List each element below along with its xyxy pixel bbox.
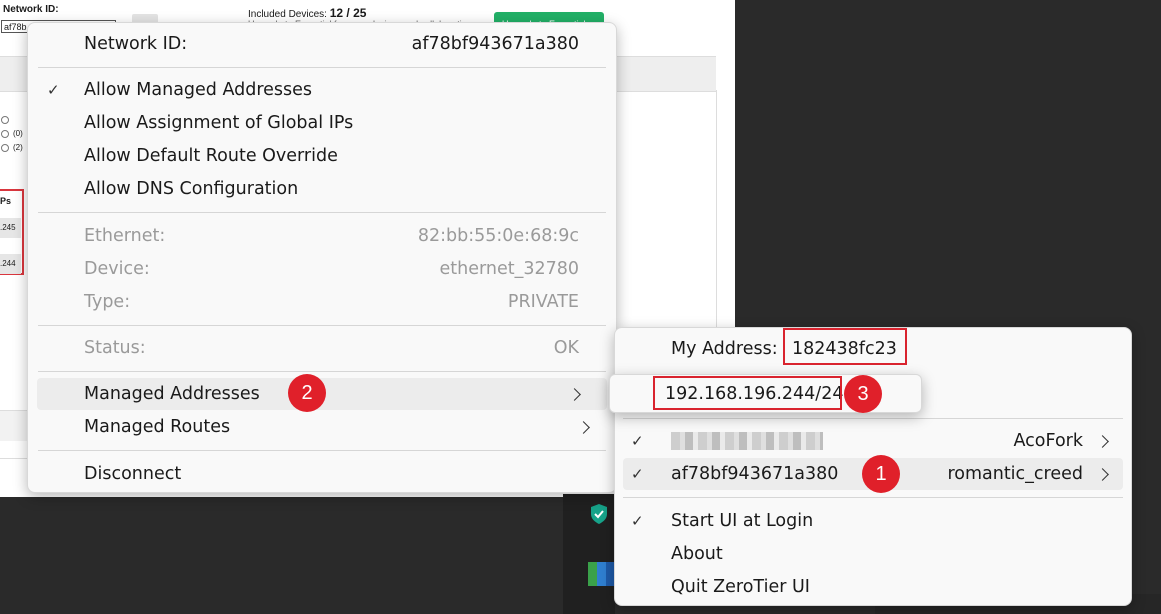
menu-item-label: Allow Default Route Override: [84, 146, 338, 166]
disconnect-item[interactable]: Disconnect: [28, 458, 616, 490]
menu-separator: [623, 497, 1123, 498]
chevron-right-icon: [577, 421, 590, 434]
ips-header: Ps: [0, 196, 12, 206]
device-value: ethernet_32780: [439, 259, 579, 279]
radio-label: (0): [13, 129, 23, 138]
app-tiles-icon[interactable]: [588, 562, 614, 586]
my-address-highlight: [783, 328, 907, 365]
annotation-badge-2: 2: [288, 374, 326, 412]
menu-item-label: Allow DNS Configuration: [84, 179, 299, 199]
type-value: PRIVATE: [507, 292, 579, 312]
ip-row: .244: [0, 254, 21, 274]
check-icon: ✓: [631, 512, 644, 530]
device-row: Device: ethernet_32780: [28, 253, 616, 285]
network-item-acofork[interactable]: ✓ AcoFork: [615, 425, 1131, 457]
menu-item-label: Disconnect: [84, 464, 182, 484]
network-id: af78bf943671a380: [671, 464, 839, 484]
menu-item-label: Start UI at Login: [671, 511, 814, 531]
quit-item[interactable]: Quit ZeroTier UI: [615, 571, 1131, 603]
network-id-value: af78bf943671a380: [411, 34, 579, 54]
menu-separator: [38, 67, 606, 68]
check-icon: ✓: [47, 81, 60, 99]
network-name: romantic_creed: [947, 464, 1083, 484]
menu-item-label: Allow Assignment of Global IPs: [84, 113, 354, 133]
ethernet-row: Ethernet: 82:bb:55:0e:68:9c: [28, 220, 616, 252]
status-value: OK: [553, 338, 579, 358]
network-id-row: Network ID: af78bf943671a380: [28, 28, 616, 60]
type-label: Type:: [84, 292, 131, 312]
included-devices-value: 12 / 25: [329, 6, 367, 20]
network-id-label: Network ID:: [3, 4, 59, 15]
radio-option-selected[interactable]: [1, 116, 9, 124]
network-submenu: Network ID: af78bf943671a380 ✓ Allow Man…: [27, 22, 617, 493]
ethernet-label: Ethernet:: [84, 226, 166, 246]
menu-separator: [623, 418, 1123, 419]
radio-option[interactable]: [1, 144, 9, 152]
zerotier-shield-icon[interactable]: [590, 503, 608, 525]
menu-item-label: About: [671, 544, 723, 564]
chevron-right-icon: [1096, 435, 1109, 448]
radio-label: (2): [13, 143, 23, 152]
menu-item-label: Quit ZeroTier UI: [671, 577, 810, 597]
start-ui-at-login-item[interactable]: ✓ Start UI at Login: [615, 505, 1131, 537]
allow-default-route-item[interactable]: Allow Default Route Override: [28, 140, 616, 172]
menu-item-label: Managed Addresses: [84, 384, 260, 404]
menu-separator: [38, 450, 606, 451]
menu-separator: [38, 212, 606, 213]
managed-routes-item[interactable]: Managed Routes: [28, 411, 616, 443]
about-item[interactable]: About: [615, 538, 1131, 570]
annotation-badge-3: 3: [844, 375, 882, 413]
radio-option[interactable]: [1, 130, 9, 138]
status-row: Status: OK: [28, 332, 616, 364]
chevron-right-icon: [1096, 468, 1109, 481]
allow-dns-configuration-item[interactable]: Allow DNS Configuration: [28, 173, 616, 205]
allow-global-ips-item[interactable]: Allow Assignment of Global IPs: [28, 107, 616, 139]
included-devices: Included Devices: 12 / 25: [248, 6, 366, 20]
check-icon: ✓: [631, 432, 644, 450]
my-address-label: My Address:: [671, 339, 778, 359]
status-label: Status:: [84, 338, 146, 358]
network-id-label: Network ID:: [84, 34, 188, 54]
annotation-badge-1: 1: [862, 455, 900, 493]
menu-separator: [38, 325, 606, 326]
ethernet-value: 82:bb:55:0e:68:9c: [417, 226, 579, 246]
ip-row: .245: [0, 218, 21, 238]
menu-item-label: Managed Routes: [84, 417, 231, 437]
type-row: Type: PRIVATE: [28, 286, 616, 318]
check-icon: ✓: [631, 465, 644, 483]
network-name: AcoFork: [1013, 431, 1083, 451]
device-label: Device:: [84, 259, 150, 279]
chevron-right-icon: [568, 388, 581, 401]
menu-item-label: Allow Managed Addresses: [84, 80, 313, 100]
blurred-network-id: [671, 432, 823, 450]
allow-managed-addresses-item[interactable]: ✓ Allow Managed Addresses: [28, 74, 616, 106]
menu-separator: [38, 371, 606, 372]
managed-address-highlight: [653, 376, 842, 410]
